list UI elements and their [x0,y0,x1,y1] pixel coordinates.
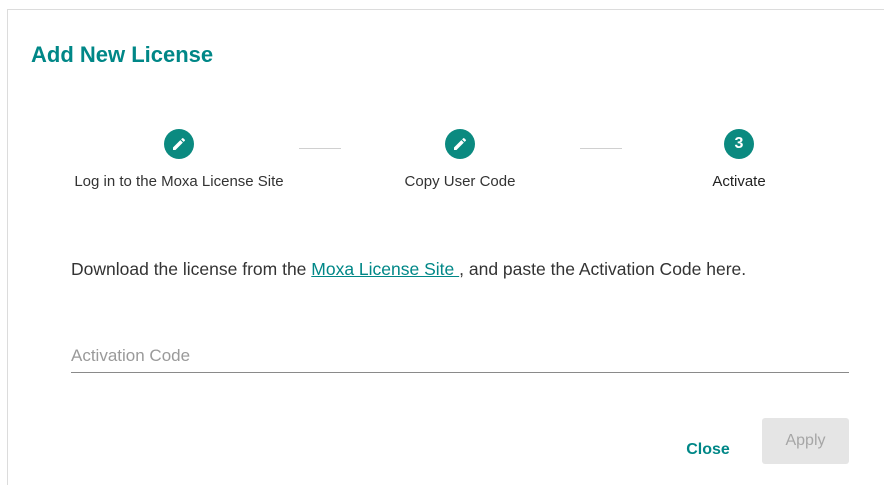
instructions-suffix: , and paste the Activation Code here. [459,259,747,279]
step-label: Activate [712,173,766,190]
apply-button[interactable]: Apply [762,418,849,464]
pencil-icon [173,137,186,150]
instructions-text: Download the license from the Moxa Licen… [71,257,831,282]
pencil-icon [454,137,467,150]
step-login: Log in to the Moxa License Site [54,129,304,192]
dialog-title: Add New License [31,42,214,67]
step-activate: 3 Activate [614,129,864,192]
step-copy-user-code: Copy User Code [335,129,585,192]
step-label: Copy User Code [404,173,516,190]
step-completed-badge [445,129,475,159]
close-button[interactable]: Close [671,428,745,472]
activation-code-field [71,339,849,373]
moxa-license-site-link[interactable]: Moxa License Site [311,259,459,279]
add-license-dialog: Add New License Log in to the Moxa Licen… [7,9,884,485]
activation-code-input[interactable] [71,341,849,371]
instructions-prefix: Download the license from the [71,259,312,279]
step-number-badge: 3 [724,129,754,159]
step-label: Log in to the Moxa License Site [74,173,284,190]
step-completed-badge [164,129,194,159]
